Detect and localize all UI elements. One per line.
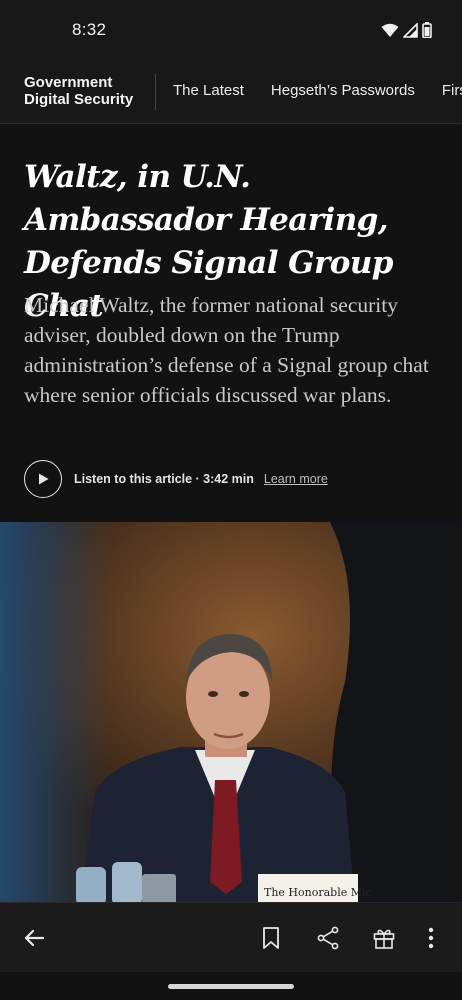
- cellular-signal-icon: [403, 22, 418, 38]
- tab-the-latest[interactable]: The Latest: [173, 82, 244, 99]
- tab-hegseths-passwords[interactable]: Hegseth’s Passwords: [271, 82, 415, 99]
- nav-divider: [155, 74, 156, 110]
- photo-illustration: [0, 522, 462, 902]
- gift-icon: [373, 929, 395, 949]
- bottom-toolbar: [0, 902, 462, 972]
- bookmark-button[interactable]: [256, 923, 286, 953]
- wifi-icon: [381, 23, 399, 37]
- more-vertical-icon: [428, 927, 434, 949]
- back-arrow-icon: [24, 929, 45, 947]
- gesture-handle[interactable]: [168, 984, 294, 989]
- section-title[interactable]: Government Digital Security: [24, 74, 152, 108]
- battery-icon: [422, 22, 432, 38]
- section-nav: Government Digital Security The Latest H…: [0, 62, 462, 124]
- status-time: 8:32: [72, 20, 107, 39]
- audio-player: Listen to this article · 3:42 min Learn …: [24, 460, 328, 498]
- gesture-area: [0, 972, 462, 1000]
- tab-first[interactable]: First: [442, 82, 462, 99]
- article-photo: The Honorable Mic: [0, 522, 462, 902]
- learn-more-link[interactable]: Learn more: [264, 472, 328, 486]
- bookmark-icon: [263, 927, 279, 949]
- share-button[interactable]: [313, 923, 343, 953]
- nameplate-text: The Honorable Mic: [264, 886, 372, 899]
- status-icons: [381, 21, 432, 39]
- back-button[interactable]: [19, 923, 49, 953]
- gift-button[interactable]: [369, 923, 399, 953]
- more-button[interactable]: [416, 923, 446, 953]
- share-icon: [317, 926, 339, 950]
- listen-label[interactable]: Listen to this article · 3:42 min: [74, 472, 254, 486]
- nav-tabs: The Latest Hegseth’s Passwords First: [173, 82, 462, 99]
- play-button[interactable]: [24, 460, 62, 498]
- status-bar: 8:32: [0, 0, 462, 62]
- article-header: Waltz, in U.N. Ambassador Hearing, Defen…: [0, 124, 462, 522]
- article-summary: Michael Waltz, the former national secur…: [24, 293, 429, 407]
- play-icon: [39, 473, 49, 485]
